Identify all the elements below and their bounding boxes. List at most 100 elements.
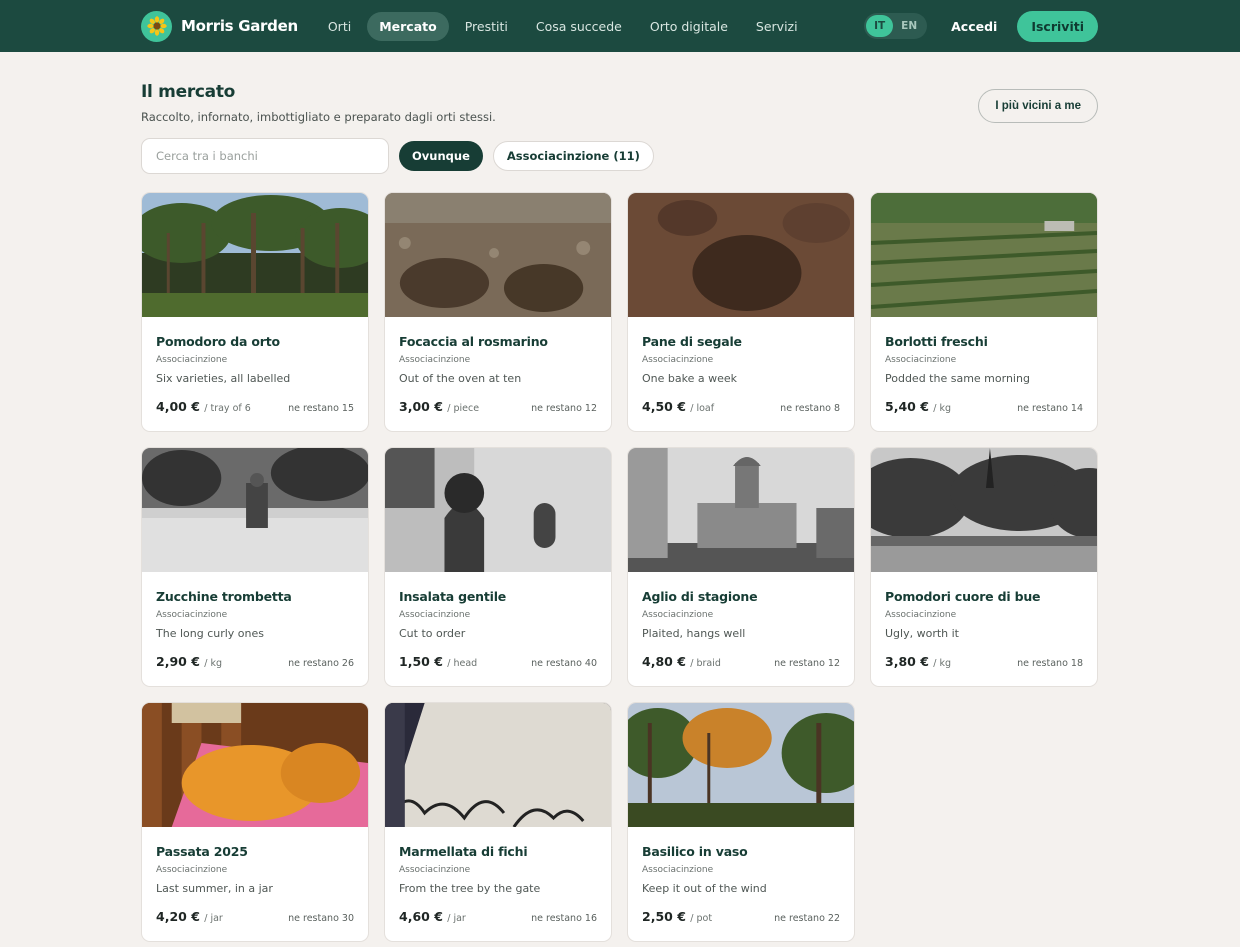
product-description: Keep it out of the wind xyxy=(642,882,767,895)
nav-right: IT EN Accedi Iscriviti xyxy=(864,10,1098,42)
product-photo xyxy=(628,193,854,317)
product-name: Pomodori cuore di bue xyxy=(885,589,1041,604)
signup-button[interactable]: Iscriviti xyxy=(1017,10,1098,42)
page-subtitle: Raccolto, infornato, imbottigliato e pre… xyxy=(141,110,496,124)
product-unit: / kg xyxy=(933,403,952,414)
product-stock: ne restano 26 xyxy=(288,658,354,669)
product-footer: 4,60 € / jar ne restano 16 xyxy=(399,909,597,924)
product-card[interactable]: Basilico in vaso Associacinzione Keep it… xyxy=(627,702,855,942)
product-price: 2,90 € / kg xyxy=(156,654,223,669)
product-grid: Pomodoro da orto Associacinzione Six var… xyxy=(141,192,1098,942)
product-stock: ne restano 12 xyxy=(531,403,597,414)
product-price: 2,50 € / pot xyxy=(642,909,713,924)
language-toggle: IT EN xyxy=(864,13,928,39)
product-price: 4,60 € / jar xyxy=(399,909,466,924)
filter-chip-association[interactable]: Associacinzione (11) xyxy=(492,141,654,171)
product-photo xyxy=(628,448,854,572)
product-name: Focaccia al rosmarino xyxy=(399,334,548,349)
product-photo xyxy=(385,448,611,572)
nearby-button[interactable]: I più vicini a me xyxy=(978,89,1098,123)
product-card[interactable]: Marmellata di fichi Associacinzione From… xyxy=(384,702,612,942)
product-description: One bake a week xyxy=(642,372,737,385)
main-content: Il mercato Raccolto, infornato, imbottig… xyxy=(0,52,1240,942)
product-photo xyxy=(142,703,368,827)
product-card-body: Pane di segale Associacinzione One bake … xyxy=(628,317,854,414)
nav-link-orto-digitale[interactable]: Orto digitale xyxy=(638,12,740,41)
search-input[interactable] xyxy=(141,138,389,174)
product-description: Last summer, in a jar xyxy=(156,882,273,895)
product-seller: Associacinzione xyxy=(642,355,714,365)
product-footer: 2,90 € / kg ne restano 26 xyxy=(156,654,354,669)
product-seller: Associacinzione xyxy=(156,865,228,875)
product-card[interactable]: Pomodori cuore di bue Associacinzione Ug… xyxy=(870,447,1098,687)
product-seller: Associacinzione xyxy=(642,610,714,620)
product-card[interactable]: Pane di segale Associacinzione One bake … xyxy=(627,192,855,432)
product-footer: 1,50 € / head ne restano 40 xyxy=(399,654,597,669)
product-name: Aglio di stagione xyxy=(642,589,758,604)
product-footer: 3,80 € / kg ne restano 18 xyxy=(885,654,1083,669)
nav-link-servizi[interactable]: Servizi xyxy=(744,12,810,41)
product-price: 5,40 € / kg xyxy=(885,399,952,414)
product-unit: / kg xyxy=(204,658,223,669)
product-stock: ne restano 16 xyxy=(531,913,597,924)
product-description: Cut to order xyxy=(399,627,466,640)
product-footer: 4,00 € / tray of 6 ne restano 15 xyxy=(156,399,354,414)
product-price: 4,00 € / tray of 6 xyxy=(156,399,251,414)
product-seller: Associacinzione xyxy=(885,610,957,620)
lang-en-button[interactable]: EN xyxy=(893,15,925,37)
product-stock: ne restano 15 xyxy=(288,403,354,414)
product-card-body: Marmellata di fichi Associacinzione From… xyxy=(385,827,611,924)
product-name: Marmellata di fichi xyxy=(399,844,528,859)
filter-bar: Ovunque Associacinzione (11) xyxy=(141,138,1098,174)
product-price: 1,50 € / head xyxy=(399,654,478,669)
top-nav: Morris Garden Orti Mercato Prestiti Cosa… xyxy=(0,0,1240,52)
product-stock: ne restano 22 xyxy=(774,913,840,924)
product-seller: Associacinzione xyxy=(885,355,957,365)
product-card[interactable]: Passata 2025 Associacinzione Last summer… xyxy=(141,702,369,942)
product-unit: / head xyxy=(447,658,478,669)
product-unit: / jar xyxy=(447,913,466,924)
product-card-body: Borlotti freschi Associacinzione Podded … xyxy=(871,317,1097,414)
product-price: 4,50 € / loaf xyxy=(642,399,715,414)
filter-chip-anywhere[interactable]: Ovunque xyxy=(399,141,483,171)
nav-link-cosa-succede[interactable]: Cosa succede xyxy=(524,12,634,41)
product-price: 4,80 € / braid xyxy=(642,654,721,669)
product-stock: ne restano 18 xyxy=(1017,658,1083,669)
product-unit: / kg xyxy=(933,658,952,669)
brand[interactable]: Morris Garden xyxy=(141,10,298,42)
product-footer: 4,20 € / jar ne restano 30 xyxy=(156,909,354,924)
product-description: Ugly, worth it xyxy=(885,627,959,640)
product-description: Six varieties, all labelled xyxy=(156,372,291,385)
product-unit: / pot xyxy=(690,913,713,924)
product-card-body: Insalata gentile Associacinzione Cut to … xyxy=(385,572,611,669)
nav-link-prestiti[interactable]: Prestiti xyxy=(453,12,520,41)
product-name: Borlotti freschi xyxy=(885,334,988,349)
product-unit: / tray of 6 xyxy=(204,403,251,414)
product-unit: / loaf xyxy=(690,403,715,414)
product-card[interactable]: Pomodoro da orto Associacinzione Six var… xyxy=(141,192,369,432)
product-card[interactable]: Zucchine trombetta Associacinzione The l… xyxy=(141,447,369,687)
nav-links: Orti Mercato Prestiti Cosa succede Orto … xyxy=(316,11,810,41)
product-unit: / jar xyxy=(204,913,223,924)
product-card[interactable]: Borlotti freschi Associacinzione Podded … xyxy=(870,192,1098,432)
product-card-body: Passata 2025 Associacinzione Last summer… xyxy=(142,827,368,924)
page-title: Il mercato xyxy=(141,82,236,102)
lang-it-button[interactable]: IT xyxy=(866,15,894,37)
product-stock: ne restano 40 xyxy=(531,658,597,669)
product-card[interactable]: Aglio di stagione Associacinzione Plaite… xyxy=(627,447,855,687)
product-description: Out of the oven at ten xyxy=(399,372,522,385)
header-text: Il mercato Raccolto, infornato, imbottig… xyxy=(141,82,496,124)
product-card[interactable]: Focaccia al rosmarino Associacinzione Ou… xyxy=(384,192,612,432)
product-stock: ne restano 30 xyxy=(288,913,354,924)
product-photo xyxy=(385,193,611,317)
product-card-body: Pomodori cuore di bue Associacinzione Ug… xyxy=(871,572,1097,669)
product-name: Pomodoro da orto xyxy=(156,334,280,349)
product-seller: Associacinzione xyxy=(156,610,228,620)
login-link[interactable]: Accedi xyxy=(951,19,997,34)
product-name: Basilico in vaso xyxy=(642,844,748,859)
nav-link-orti[interactable]: Orti xyxy=(316,12,363,41)
product-card[interactable]: Insalata gentile Associacinzione Cut to … xyxy=(384,447,612,687)
brand-name: Morris Garden xyxy=(181,17,298,35)
product-footer: 5,40 € / kg ne restano 14 xyxy=(885,399,1083,414)
nav-link-mercato[interactable]: Mercato xyxy=(367,11,449,41)
